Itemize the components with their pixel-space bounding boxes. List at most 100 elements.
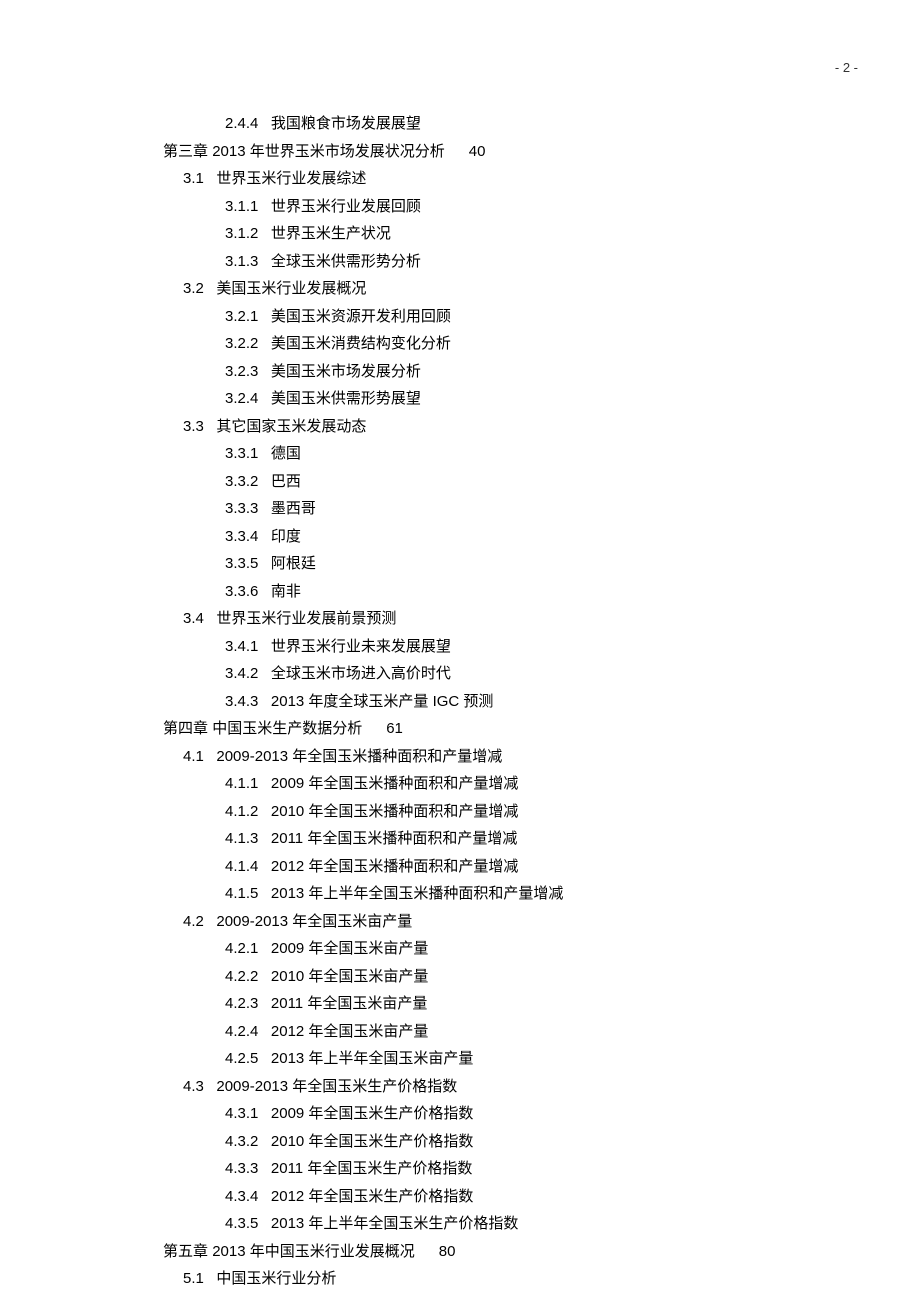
toc-line: 3.3.4 印度	[163, 523, 800, 551]
toc-number: 4.1.4	[225, 853, 258, 881]
toc-line: 3.2.4 美国玉米供需形势展望	[163, 385, 800, 413]
toc-title: 印度	[271, 528, 301, 545]
toc-title: 全球玉米市场进入高价时代	[271, 665, 451, 682]
toc-number: 4.2.5	[225, 1045, 258, 1073]
toc-title: 2011 年全国玉米生产价格指数	[271, 1160, 472, 1177]
toc-line: 4.2.1 2009 年全国玉米亩产量	[163, 935, 800, 963]
toc-line: 3.1.1 世界玉米行业发展回顾	[163, 193, 800, 221]
toc-title: 2012 年全国玉米亩产量	[271, 1023, 429, 1040]
toc-number: 第五章	[163, 1238, 208, 1266]
toc-line: 3.2.3 美国玉米市场发展分析	[163, 358, 800, 386]
toc-number: 3.1.2	[225, 220, 258, 248]
toc-title: 2009-2013 年全国玉米亩产量	[216, 913, 412, 930]
document-page: - 2 - 2.4.4 我国粮食市场发展展望第三章 2013 年世界玉米市场发展…	[0, 0, 920, 1302]
toc-line: 3.4.2 全球玉米市场进入高价时代	[163, 660, 800, 688]
toc-number: 3.2.4	[225, 385, 258, 413]
toc-title: 2013 年上半年全国玉米播种面积和产量增减	[271, 885, 564, 902]
toc-title: 我国粮食市场发展展望	[271, 115, 421, 132]
toc-line: 3.3.2 巴西	[163, 468, 800, 496]
toc-number: 3.3	[183, 413, 204, 441]
toc-line: 4.3.3 2011 年全国玉米生产价格指数	[163, 1155, 800, 1183]
toc-line: 4.3.5 2013 年上半年全国玉米生产价格指数	[163, 1210, 800, 1238]
toc-number: 4.1.1	[225, 770, 258, 798]
toc-line: 3.1.2 世界玉米生产状况	[163, 220, 800, 248]
toc-line: 4.1.4 2012 年全国玉米播种面积和产量增减	[163, 853, 800, 881]
toc-number: 4.3	[183, 1073, 204, 1101]
toc-title: 2011 年全国玉米播种面积和产量增减	[271, 830, 517, 847]
toc-number: 3.2	[183, 275, 204, 303]
toc-title: 2011 年全国玉米亩产量	[271, 995, 427, 1012]
table-of-contents: 2.4.4 我国粮食市场发展展望第三章 2013 年世界玉米市场发展状况分析40…	[163, 110, 800, 1293]
toc-number: 3.4.3	[225, 688, 258, 716]
toc-number: 3.3.1	[225, 440, 258, 468]
toc-line: 4.2 2009-2013 年全国玉米亩产量	[163, 908, 800, 936]
toc-title: 2013 年上半年全国玉米生产价格指数	[271, 1215, 519, 1232]
toc-number: 4.2	[183, 908, 204, 936]
toc-line: 4.3.2 2010 年全国玉米生产价格指数	[163, 1128, 800, 1156]
toc-line: 2.4.4 我国粮食市场发展展望	[163, 110, 800, 138]
toc-title: 2010 年全国玉米播种面积和产量增减	[271, 803, 519, 820]
toc-line: 3.2 美国玉米行业发展概况	[163, 275, 800, 303]
toc-number: 4.2.2	[225, 963, 258, 991]
toc-number: 4.2.1	[225, 935, 258, 963]
toc-title: 2013 年度全球玉米产量 IGC 预测	[271, 693, 494, 710]
toc-number: 4.2.4	[225, 1018, 258, 1046]
toc-line: 3.4 世界玉米行业发展前景预测	[163, 605, 800, 633]
toc-line: 4.2.2 2010 年全国玉米亩产量	[163, 963, 800, 991]
toc-line: 4.1.3 2011 年全国玉米播种面积和产量增减	[163, 825, 800, 853]
toc-line: 第五章 2013 年中国玉米行业发展概况80	[163, 1238, 800, 1266]
toc-line: 第四章 中国玉米生产数据分析61	[163, 715, 800, 743]
toc-title: 2009-2013 年全国玉米播种面积和产量增减	[216, 748, 502, 765]
toc-title: 美国玉米资源开发利用回顾	[271, 308, 451, 325]
toc-line: 4.3.1 2009 年全国玉米生产价格指数	[163, 1100, 800, 1128]
toc-title: 世界玉米行业未来发展展望	[271, 638, 451, 655]
toc-title: 中国玉米行业分析	[216, 1270, 336, 1287]
toc-line: 4.1 2009-2013 年全国玉米播种面积和产量增减	[163, 743, 800, 771]
toc-number: 3.2.2	[225, 330, 258, 358]
toc-line: 3.4.1 世界玉米行业未来发展展望	[163, 633, 800, 661]
toc-title: 2009 年全国玉米亩产量	[271, 940, 429, 957]
toc-number: 4.3.4	[225, 1183, 258, 1211]
toc-line: 4.1.2 2010 年全国玉米播种面积和产量增减	[163, 798, 800, 826]
toc-title: 美国玉米消费结构变化分析	[271, 335, 451, 352]
toc-number: 3.3.3	[225, 495, 258, 523]
toc-title: 2010 年全国玉米生产价格指数	[271, 1133, 474, 1150]
toc-line: 3.3.5 阿根廷	[163, 550, 800, 578]
toc-number: 第四章	[163, 715, 208, 743]
toc-number: 4.3.2	[225, 1128, 258, 1156]
toc-line: 5.1 中国玉米行业分析	[163, 1265, 800, 1293]
toc-title: 阿根廷	[271, 555, 316, 572]
toc-title: 美国玉米行业发展概况	[216, 280, 366, 297]
toc-title: 世界玉米行业发展前景预测	[216, 610, 396, 627]
toc-line: 3.3.3 墨西哥	[163, 495, 800, 523]
toc-number: 3.3.6	[225, 578, 258, 606]
toc-number: 4.2.3	[225, 990, 258, 1018]
toc-title: 美国玉米供需形势展望	[271, 390, 421, 407]
toc-line: 3.3.1 德国	[163, 440, 800, 468]
toc-number: 3.3.5	[225, 550, 258, 578]
toc-number: 3.3.4	[225, 523, 258, 551]
toc-title: 世界玉米行业发展回顾	[271, 198, 421, 215]
toc-line: 4.1.1 2009 年全国玉米播种面积和产量增减	[163, 770, 800, 798]
toc-line: 4.2.3 2011 年全国玉米亩产量	[163, 990, 800, 1018]
toc-line: 4.1.5 2013 年上半年全国玉米播种面积和产量增减	[163, 880, 800, 908]
toc-number: 3.1	[183, 165, 204, 193]
toc-title: 美国玉米市场发展分析	[271, 363, 421, 380]
toc-number: 4.3.5	[225, 1210, 258, 1238]
toc-number: 3.1.1	[225, 193, 258, 221]
toc-title: 世界玉米生产状况	[271, 225, 391, 242]
toc-title: 2013 年世界玉米市场发展状况分析	[212, 143, 445, 160]
toc-title: 2012 年全国玉米播种面积和产量增减	[271, 858, 519, 875]
toc-number: 4.1	[183, 743, 204, 771]
toc-line: 3.1.3 全球玉米供需形势分析	[163, 248, 800, 276]
toc-number: 3.4	[183, 605, 204, 633]
toc-number: 3.3.2	[225, 468, 258, 496]
toc-line: 4.2.5 2013 年上半年全国玉米亩产量	[163, 1045, 800, 1073]
toc-line: 3.2.2 美国玉米消费结构变化分析	[163, 330, 800, 358]
toc-number: 5.1	[183, 1265, 204, 1293]
toc-line: 3.3 其它国家玉米发展动态	[163, 413, 800, 441]
toc-title: 2013 年上半年全国玉米亩产量	[271, 1050, 474, 1067]
toc-title: 2009 年全国玉米生产价格指数	[271, 1105, 474, 1122]
toc-title: 2010 年全国玉米亩产量	[271, 968, 429, 985]
toc-number: 3.4.1	[225, 633, 258, 661]
